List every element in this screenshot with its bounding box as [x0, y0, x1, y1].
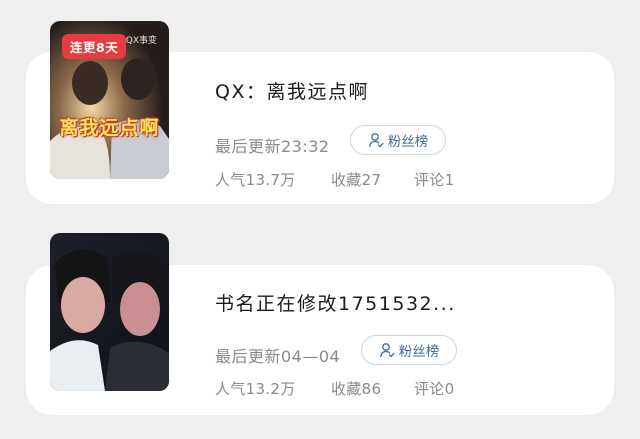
comment-stat: 评论0	[414, 380, 455, 398]
popularity-stat: 人气13.2万	[215, 380, 296, 398]
book-title[interactable]: 书名正在修改1751532...	[215, 289, 456, 316]
book-title[interactable]: QX：离我远点啊	[215, 77, 369, 104]
person-icon	[379, 343, 395, 358]
book-cover[interactable]: 连更8天 QX事变 离我远点啊	[50, 21, 169, 179]
cover-title-text: 离我远点啊	[59, 117, 160, 139]
book-cover[interactable]	[50, 233, 169, 391]
popularity-stat: 人气13.7万	[215, 171, 296, 189]
collection-stat: 收藏86	[331, 380, 382, 398]
last-update: 最后更新23:32	[215, 137, 330, 156]
collection-stat: 收藏27	[331, 171, 382, 189]
person-icon	[368, 133, 384, 148]
comment-stat: 评论1	[414, 171, 455, 189]
fans-ranking-button[interactable]: 粉丝榜	[350, 125, 446, 155]
cover-image	[50, 233, 169, 391]
cover-tag: QX事变	[125, 36, 157, 46]
fans-ranking-label: 粉丝榜	[387, 134, 429, 150]
fans-ranking-button[interactable]: 粉丝榜	[361, 335, 457, 365]
update-streak-badge: 连更8天	[62, 34, 127, 59]
fans-ranking-label: 粉丝榜	[398, 344, 440, 360]
last-update: 最后更新04—04	[215, 347, 341, 366]
